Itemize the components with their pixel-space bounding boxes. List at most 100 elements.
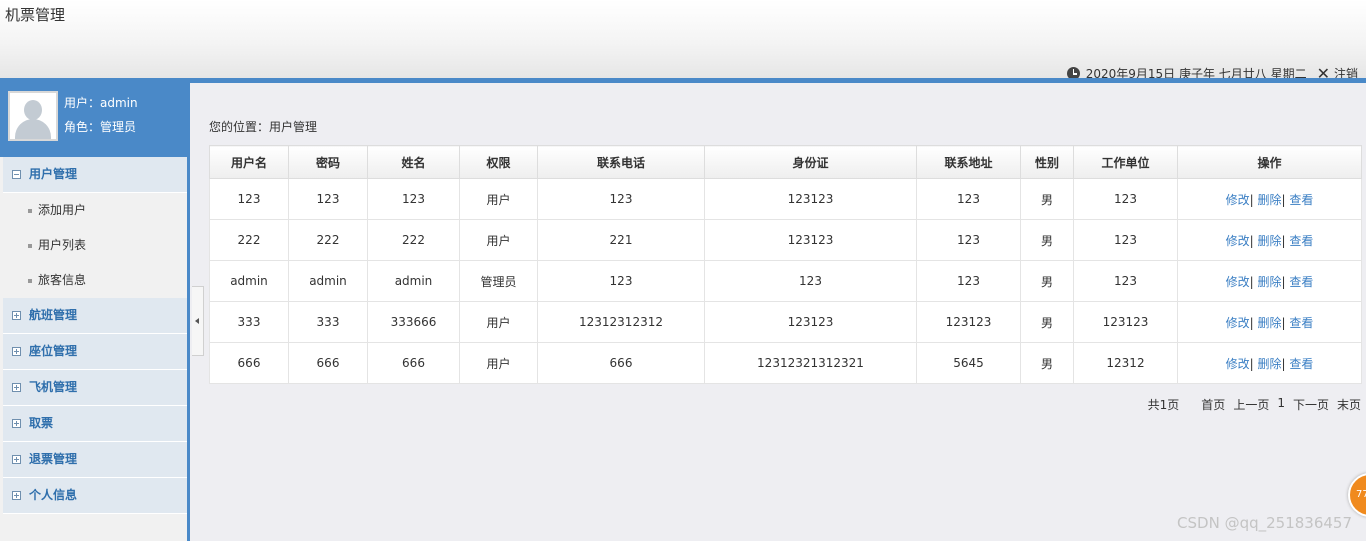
prev-page-link[interactable]: 上一页 <box>1233 396 1269 413</box>
column-header: 工作单位 <box>1073 145 1178 179</box>
view-link[interactable]: 查看 <box>1289 357 1313 371</box>
expand-icon <box>12 455 21 464</box>
table-cell: 123 <box>537 178 705 220</box>
column-header: 权限 <box>459 145 538 179</box>
table-cell: 123123 <box>1073 301 1178 343</box>
table-cell: 123 <box>537 260 705 302</box>
sidebar-item-label: 添加用户 <box>38 203 87 217</box>
table-cell: admin <box>288 260 368 302</box>
sidebar-item-passenger-info[interactable]: 旅客信息 <box>3 263 187 298</box>
column-header: 姓名 <box>367 145 460 179</box>
table-cell: 男 <box>1020 219 1074 261</box>
sidebar-group-flight-management[interactable]: 航班管理 <box>3 298 187 334</box>
column-header: 密码 <box>288 145 368 179</box>
column-header: 性别 <box>1020 145 1074 179</box>
table-cell: 666 <box>288 342 368 384</box>
table-cell: 用户 <box>459 219 538 261</box>
sidebar-collapse-handle[interactable] <box>192 286 204 356</box>
delete-link[interactable]: 删除 <box>1257 275 1281 289</box>
table-cell: 222 <box>288 219 368 261</box>
table-cell: 用户 <box>459 178 538 220</box>
edit-link[interactable]: 修改 <box>1226 234 1250 248</box>
sidebar-group-plane-management[interactable]: 飞机管理 <box>3 370 187 406</box>
table-row: 666 666 666 用户 666 12312321312321 5645 男 12312 修改… <box>209 342 1362 384</box>
action-separator: | <box>1281 192 1286 207</box>
edit-link[interactable]: 修改 <box>1226 275 1250 289</box>
table-cell: 123 <box>1073 219 1178 261</box>
user-panel: 用户：admin 角色：管理员 <box>0 83 187 157</box>
delete-link[interactable]: 删除 <box>1257 193 1281 207</box>
avatar <box>8 91 58 141</box>
table-cell: 666 <box>209 342 289 384</box>
sidebar-group-label: 用户管理 <box>29 167 78 181</box>
edit-link[interactable]: 修改 <box>1226 316 1250 330</box>
sidebar-group-label: 飞机管理 <box>29 380 78 394</box>
action-separator: | <box>1281 274 1286 289</box>
table-cell: 123 <box>209 178 289 220</box>
sidebar-menu: 用户管理 添加用户 用户列表 旅客信息 航班管理 座位管理 飞机管理 取票 退票… <box>3 157 187 514</box>
view-link[interactable]: 查看 <box>1289 193 1313 207</box>
table-cell: 男 <box>1020 301 1074 343</box>
view-link[interactable]: 查看 <box>1289 234 1313 248</box>
table-cell: 12312321312321 <box>704 342 917 384</box>
table-row: 222 222 222 用户 221 123123 123 男 123 修改| 删除| 查看 <box>209 219 1362 261</box>
table-cell: 123 <box>1073 260 1178 302</box>
last-page-link[interactable]: 末页 <box>1337 396 1361 413</box>
current-page: 1 <box>1277 396 1285 410</box>
row-actions: 修改| 删除| 查看 <box>1177 301 1362 343</box>
sidebar-item-user-list[interactable]: 用户列表 <box>3 228 187 263</box>
action-separator: | <box>1281 315 1286 330</box>
view-link[interactable]: 查看 <box>1289 316 1313 330</box>
row-actions: 修改| 删除| 查看 <box>1177 342 1362 384</box>
table-cell: 333666 <box>367 301 460 343</box>
table-header-row: 用户名 密码 姓名 权限 联系电话 身份证 联系地址 性别 工作单位 操作 <box>209 145 1362 179</box>
edit-link[interactable]: 修改 <box>1226 357 1250 371</box>
edit-link[interactable]: 修改 <box>1226 193 1250 207</box>
pagination: 共1页 首页 上一页 1 下一页 末页 <box>1148 396 1361 413</box>
sidebar-group-ticket-pickup[interactable]: 取票 <box>3 406 187 442</box>
table-cell: 男 <box>1020 178 1074 220</box>
first-page-link[interactable]: 首页 <box>1201 396 1225 413</box>
action-separator: | <box>1249 192 1254 207</box>
delete-link[interactable]: 删除 <box>1257 316 1281 330</box>
table-cell: 123123 <box>916 301 1021 343</box>
next-page-link[interactable]: 下一页 <box>1293 396 1329 413</box>
watermark: CSDN @qq_251836457 <box>1177 514 1352 532</box>
action-separator: | <box>1281 233 1286 248</box>
sidebar: 用户：admin 角色：管理员 用户管理 添加用户 用户列表 旅客信息 航班管理… <box>0 83 190 541</box>
sidebar-group-label: 座位管理 <box>29 344 78 358</box>
table-cell: 333 <box>288 301 368 343</box>
table-cell: 用户 <box>459 342 538 384</box>
sidebar-item-label: 旅客信息 <box>38 273 87 287</box>
top-header: 机票管理 2020年9月15日 庚子年 七月廿八 星期二 ✕ 注销 <box>0 0 1366 81</box>
table-cell: 123 <box>1073 178 1178 220</box>
column-header: 身份证 <box>704 145 917 179</box>
sidebar-group-label: 航班管理 <box>29 308 78 322</box>
action-separator: | <box>1249 315 1254 330</box>
floating-badge[interactable]: 77 <box>1348 473 1366 517</box>
table-cell: 666 <box>367 342 460 384</box>
table-cell: admin <box>367 260 460 302</box>
table-cell: 管理员 <box>459 260 538 302</box>
action-separator: | <box>1249 233 1254 248</box>
table-cell: admin <box>209 260 289 302</box>
table-cell: 222 <box>367 219 460 261</box>
table-cell: 男 <box>1020 342 1074 384</box>
sidebar-group-personal-info[interactable]: 个人信息 <box>3 478 187 514</box>
table-cell: 123 <box>916 178 1021 220</box>
sidebar-group-refund-management[interactable]: 退票管理 <box>3 442 187 478</box>
expand-icon <box>12 419 21 428</box>
view-link[interactable]: 查看 <box>1289 275 1313 289</box>
sidebar-group-seat-management[interactable]: 座位管理 <box>3 334 187 370</box>
expand-icon <box>12 311 21 320</box>
page-total: 共1页 <box>1147 398 1180 412</box>
sidebar-item-add-user[interactable]: 添加用户 <box>3 193 187 228</box>
table-cell: 男 <box>1020 260 1074 302</box>
user-role: 角色：管理员 <box>64 120 137 134</box>
row-actions: 修改| 删除| 查看 <box>1177 219 1362 261</box>
sidebar-group-user-management[interactable]: 用户管理 <box>3 157 187 193</box>
delete-link[interactable]: 删除 <box>1257 357 1281 371</box>
table-cell: 123123 <box>704 301 917 343</box>
delete-link[interactable]: 删除 <box>1257 234 1281 248</box>
user-name: 用户：admin <box>64 96 138 110</box>
